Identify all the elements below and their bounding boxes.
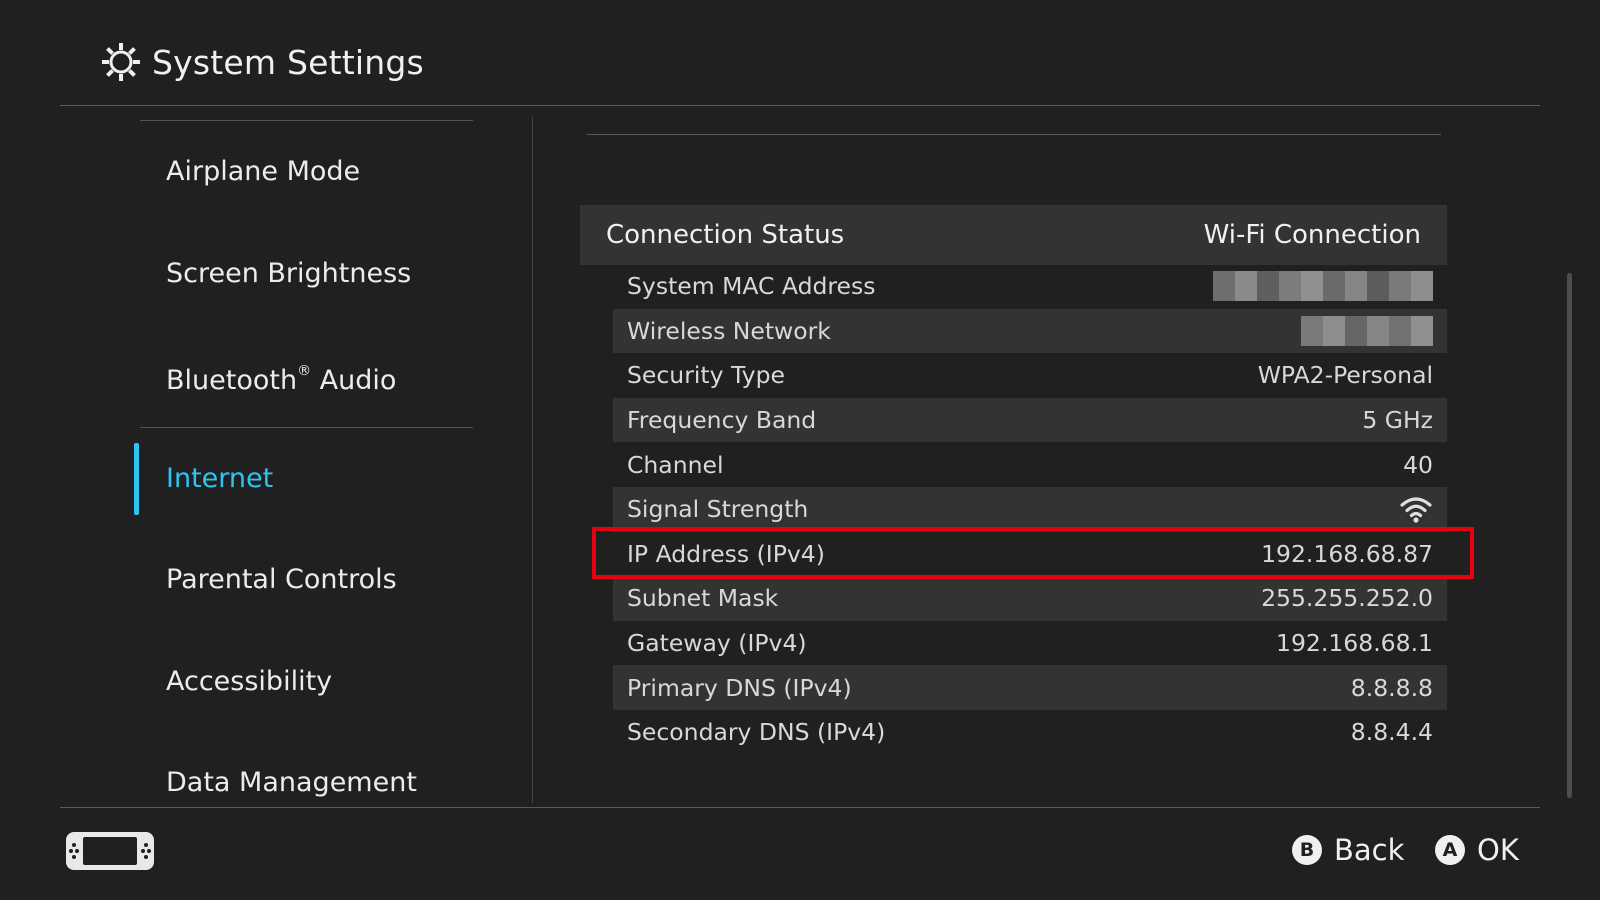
sidebar-item-label: Accessibility — [166, 666, 333, 697]
row-wireless-network: Wireless Network — [613, 308, 1447, 354]
connection-status-value: Wi-Fi Connection — [1203, 220, 1421, 250]
back-button[interactable]: B Back — [1292, 828, 1404, 872]
row-security-type: Security Type WPA2-Personal — [613, 353, 1447, 398]
row-label: Wireless Network — [627, 316, 831, 345]
page-header: System Settings — [100, 38, 424, 86]
row-value: 8.8.8.8 — [1350, 673, 1433, 702]
connection-status-label: Connection Status — [606, 220, 845, 250]
row-label: Channel — [627, 450, 724, 479]
sidebar-item-label-suffix: Audio — [319, 365, 397, 396]
sidebar-item-label: Bluetooth — [166, 365, 298, 396]
row-value: 255.255.252.0 — [1261, 584, 1433, 613]
row-value: 5 GHz — [1362, 406, 1433, 435]
footer-divider — [60, 807, 1540, 808]
ok-button[interactable]: A OK — [1435, 828, 1519, 872]
row-label: System MAC Address — [627, 272, 876, 301]
sidebar-item-bluetooth-audio[interactable]: Bluetooth® Audio — [166, 353, 396, 397]
redacted-value — [1301, 315, 1433, 346]
row-system-mac-address: System MAC Address — [613, 264, 1447, 309]
sidebar-divider — [140, 120, 473, 121]
sidebar-item-label: Data Management — [166, 767, 417, 798]
redacted-value — [1213, 271, 1433, 302]
page-title: System Settings — [152, 42, 424, 82]
row-subnet-mask: Subnet Mask 255.255.252.0 — [613, 576, 1447, 621]
connection-details-list: System MAC Address Wireless Network Secu… — [613, 264, 1447, 755]
row-gateway: Gateway (IPv4) 192.168.68.1 — [613, 621, 1447, 666]
row-label: Secondary DNS (IPv4) — [627, 718, 886, 747]
wifi-signal-icon — [1400, 497, 1432, 523]
row-frequency-band: Frequency Band 5 GHz — [613, 397, 1447, 443]
sidebar-item-internet[interactable]: Internet — [166, 457, 273, 501]
sidebar-item-screen-brightness[interactable]: Screen Brightness — [166, 252, 411, 296]
sidebar-item-parental-controls[interactable]: Parental Controls — [166, 558, 397, 602]
sidebar-item-label: Internet — [166, 463, 274, 494]
b-button-icon: B — [1292, 835, 1322, 865]
row-label: Signal Strength — [627, 495, 809, 524]
row-value: 8.8.4.4 — [1350, 718, 1433, 747]
sidebar-item-label: Parental Controls — [166, 564, 397, 595]
sidebar-vertical-divider — [532, 117, 533, 803]
row-label: Primary DNS (IPv4) — [627, 673, 852, 702]
connection-status-header[interactable]: Connection Status Wi-Fi Connection — [580, 205, 1447, 265]
row-label: Security Type — [627, 361, 785, 390]
row-primary-dns: Primary DNS (IPv4) 8.8.8.8 — [613, 665, 1447, 710]
sidebar-item-accessibility[interactable]: Accessibility — [166, 660, 332, 704]
content-divider — [587, 134, 1441, 135]
row-value: 40 — [1403, 450, 1433, 479]
sidebar-item-data-management[interactable]: Data Management — [166, 761, 417, 805]
sidebar-item-label: Airplane Mode — [166, 156, 361, 187]
sidebar-item-airplane-mode[interactable]: Airplane Mode — [166, 150, 360, 194]
active-item-indicator — [134, 443, 139, 515]
row-label: Frequency Band — [627, 406, 817, 435]
a-button-icon: A — [1435, 835, 1465, 865]
sidebar: Airplane Mode Screen Brightness Bluetoot… — [0, 105, 535, 807]
sidebar-divider — [140, 427, 473, 428]
ip-address-highlight-box — [592, 527, 1474, 579]
row-signal-strength: Signal Strength — [613, 486, 1447, 532]
sidebar-item-label: Screen Brightness — [166, 258, 412, 289]
ok-button-label: OK — [1477, 833, 1519, 867]
row-value: WPA2-Personal — [1257, 361, 1433, 390]
back-button-label: Back — [1334, 833, 1405, 867]
row-label: Subnet Mask — [627, 584, 779, 613]
gear-icon — [102, 43, 140, 81]
row-label: Gateway (IPv4) — [627, 629, 807, 658]
row-value: 192.168.68.1 — [1276, 629, 1433, 658]
row-channel: Channel 40 — [613, 442, 1447, 487]
row-secondary-dns: Secondary DNS (IPv4) 8.8.4.4 — [613, 710, 1447, 755]
scrollbar[interactable] — [1567, 273, 1572, 798]
registered-mark: ® — [297, 363, 312, 379]
handheld-console-icon — [66, 832, 154, 870]
